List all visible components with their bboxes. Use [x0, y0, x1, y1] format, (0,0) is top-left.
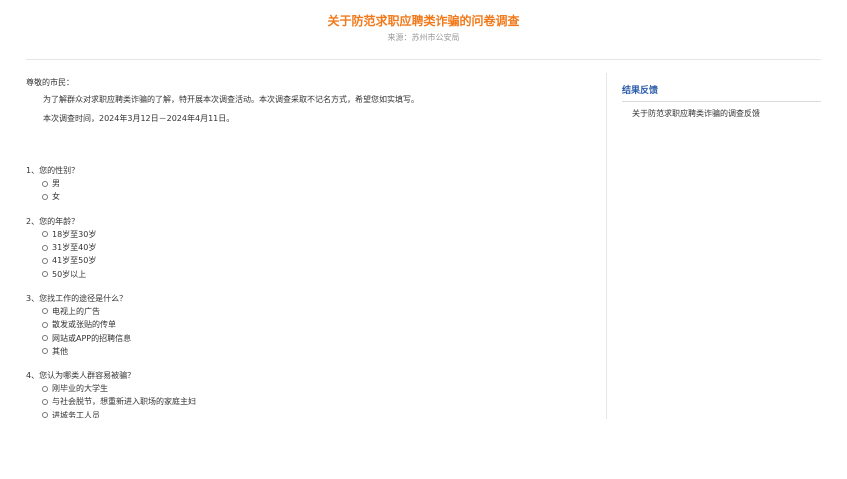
- option-label: 18岁至30岁: [52, 229, 97, 239]
- option[interactable]: 刚毕业的大学生: [42, 382, 596, 395]
- source-line: 来源：苏州市公安局: [387, 33, 460, 42]
- greeting: 尊敬的市民：: [26, 78, 74, 87]
- option[interactable]: 18岁至30岁: [42, 228, 596, 241]
- radio-button[interactable]: [42, 244, 48, 251]
- radio-button[interactable]: [42, 180, 48, 187]
- option-label: 31岁至40岁: [52, 243, 97, 253]
- question-3: 3、您找工作的途径是什么？ 电视上的广告 散发或张贴的传单 网站或APP的招聘信…: [26, 292, 596, 358]
- radio-button[interactable]: [42, 257, 48, 264]
- radio-button[interactable]: [42, 335, 48, 342]
- radio-button[interactable]: [42, 412, 48, 418]
- question-title: 2、您的年龄？: [26, 216, 80, 226]
- radio-button[interactable]: [42, 271, 48, 278]
- option[interactable]: 其他: [42, 345, 596, 358]
- radio-button[interactable]: [42, 231, 48, 238]
- option-label: 女: [52, 192, 60, 202]
- option-label: 电视上的广告: [52, 306, 100, 316]
- sidebar: 结果反馈 关于防范求职应聘类诈骗的调查反馈: [622, 83, 821, 119]
- option-label: 其他: [52, 346, 68, 356]
- option[interactable]: 31岁至40岁: [42, 241, 596, 254]
- intro: 尊敬的市民： 为了解群众对求职应聘类诈骗的了解，特开展本次调查活动。本次调查采取…: [26, 76, 596, 125]
- column-divider: [606, 73, 607, 419]
- question-1: 1、您的性别？ 男 女: [26, 164, 596, 204]
- radio-button[interactable]: [42, 385, 48, 392]
- option-label: 41岁至50岁: [52, 256, 97, 266]
- radio-button[interactable]: [42, 321, 48, 328]
- question-title: 4、您认为哪类人群容易被骗？: [26, 370, 136, 380]
- option[interactable]: 41岁至50岁: [42, 254, 596, 267]
- option[interactable]: 散发或张贴的传单: [42, 318, 596, 331]
- option[interactable]: 女: [42, 190, 596, 203]
- radio-button[interactable]: [42, 308, 48, 315]
- option[interactable]: 男: [42, 177, 596, 190]
- question-title: 3、您找工作的途径是什么？: [26, 293, 128, 303]
- radio-button[interactable]: [42, 398, 48, 405]
- option-label: 男: [52, 179, 60, 189]
- radio-button[interactable]: [42, 193, 48, 200]
- radio-button[interactable]: [42, 348, 48, 355]
- option-label: 50岁以上: [52, 269, 87, 279]
- header-divider: [26, 59, 821, 60]
- page-title: 关于防范求职应聘类诈骗的问卷调查: [327, 14, 520, 28]
- survey-content: 尊敬的市民： 为了解群众对求职应聘类诈骗的了解，特开展本次调查活动。本次调查采取…: [26, 76, 596, 418]
- sidebar-link-feedback[interactable]: 关于防范求职应聘类诈骗的调查反馈: [622, 108, 821, 119]
- option-label: 刚毕业的大学生: [52, 384, 108, 394]
- option-label: 散发或张贴的传单: [52, 320, 116, 330]
- option-label: 与社会脱节，想重新进入职场的家庭主妇: [52, 397, 196, 407]
- option-label: 进城务工人员: [52, 410, 100, 418]
- option[interactable]: 电视上的广告: [42, 305, 596, 318]
- sidebar-title: 结果反馈: [622, 83, 821, 102]
- option[interactable]: 与社会脱节，想重新进入职场的家庭主妇: [42, 395, 596, 408]
- question-2: 2、您的年龄？ 18岁至30岁 31岁至40岁 41岁至50岁 50岁以上: [26, 215, 596, 281]
- option[interactable]: 进城务工人员: [42, 409, 596, 418]
- option-label: 网站或APP的招聘信息: [52, 333, 132, 343]
- intro-paragraph: 为了解群众对求职应聘类诈骗的了解，特开展本次调查活动。本次调查采取不记名方式，希…: [43, 95, 419, 104]
- question-title: 1、您的性别？: [26, 166, 80, 175]
- intro-paragraph: 本次调查时间，2024年3月12日－2024年4月11日。: [43, 114, 235, 123]
- question-4: 4、您认为哪类人群容易被骗？ 刚毕业的大学生 与社会脱节，想重新进入职场的家庭主…: [26, 369, 596, 418]
- option[interactable]: 网站或APP的招聘信息: [42, 331, 596, 344]
- option[interactable]: 50岁以上: [42, 267, 596, 280]
